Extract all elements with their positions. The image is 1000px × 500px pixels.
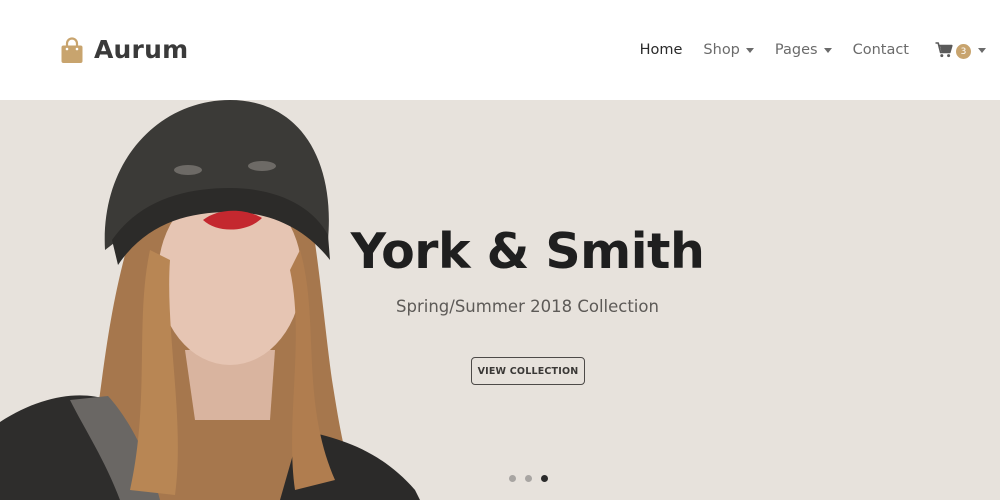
cart-icon — [935, 42, 953, 58]
slider-dot-1[interactable] — [509, 475, 516, 482]
caret-down-icon — [745, 47, 754, 53]
nav-item-pages[interactable]: Pages — [775, 36, 832, 64]
slider-pagination — [509, 475, 548, 482]
view-collection-button[interactable]: VIEW COLLECTION — [471, 357, 585, 385]
nav-item-label: Shop — [703, 42, 740, 58]
brand-logo-link[interactable]: Aurum — [60, 33, 188, 67]
hero-subtitle: Spring/Summer 2018 Collection — [396, 297, 659, 316]
cart-button[interactable]: 3 — [935, 41, 986, 59]
main-nav: Home Shop Pages Contact 3 — [619, 36, 986, 64]
hero-title: York & Smith — [350, 223, 705, 280]
nav-item-contact[interactable]: Contact — [853, 36, 909, 64]
nav-item-label: Home — [639, 42, 683, 58]
cart-count-badge: 3 — [956, 44, 971, 59]
brand-name: Aurum — [94, 35, 189, 64]
caret-down-icon — [823, 47, 832, 53]
hero-slider: York & Smith Spring/Summer 2018 Collecti… — [0, 100, 1000, 500]
shopping-bag-icon — [61, 36, 83, 63]
slider-dot-2[interactable] — [525, 475, 532, 482]
site-header: Aurum Home Shop Pages Contact 3 — [0, 0, 1000, 100]
caret-down-icon — [978, 47, 986, 53]
nav-item-label: Contact — [852, 42, 909, 58]
nav-item-shop[interactable]: Shop — [703, 36, 754, 64]
nav-item-label: Pages — [774, 42, 818, 58]
nav-item-home[interactable]: Home — [640, 36, 683, 64]
slider-dot-3[interactable] — [541, 475, 548, 482]
